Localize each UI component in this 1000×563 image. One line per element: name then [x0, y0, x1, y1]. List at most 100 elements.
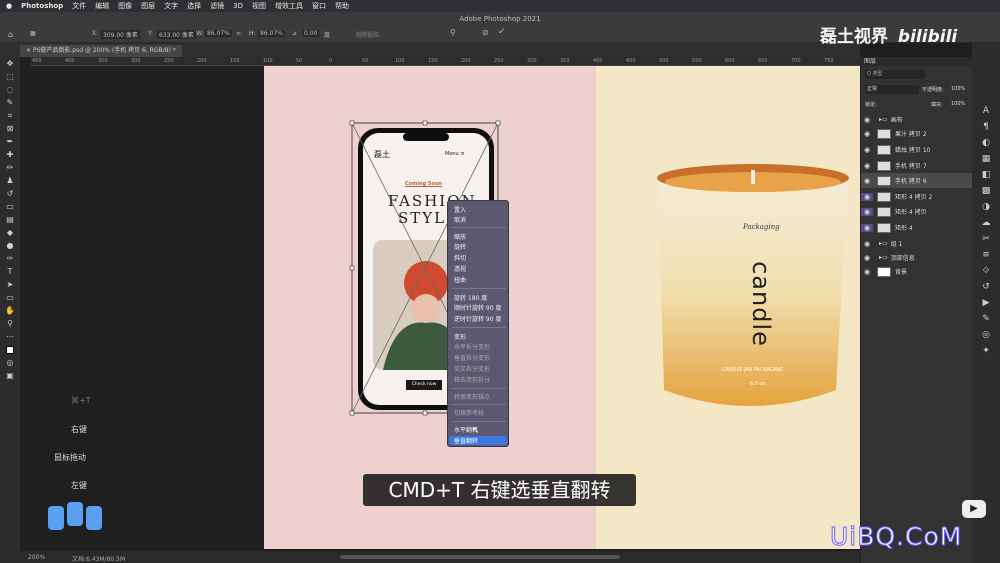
eye-icon[interactable]: ◉ — [861, 162, 873, 170]
path-select-icon[interactable]: ➤ — [0, 278, 20, 291]
quick-mask-icon[interactable]: ◎ — [0, 356, 20, 369]
menu-app[interactable]: Photoshop — [21, 2, 63, 10]
stamp-tool-icon[interactable]: ♟ — [0, 174, 20, 187]
zoom-level[interactable]: 200% — [28, 554, 45, 561]
menu-item[interactable]: 缩放 — [454, 232, 466, 241]
properties-panel-icon[interactable]: ✂ — [972, 231, 1000, 247]
menu-image[interactable]: 图像 — [118, 1, 132, 11]
history-brush-icon[interactable]: ↺ — [0, 187, 20, 200]
eye-icon[interactable]: ◉ — [861, 240, 873, 248]
opacity-value[interactable]: 100% — [951, 86, 965, 92]
color-swatch-icon[interactable] — [0, 343, 20, 356]
eyedropper-tool-icon[interactable]: ✒ — [0, 135, 20, 148]
paths-panel-icon[interactable]: ⟐ — [972, 263, 1000, 279]
lasso-tool-icon[interactable]: ◌ — [0, 83, 20, 96]
character-panel-icon[interactable]: A — [972, 103, 1000, 119]
menu-filter[interactable]: 滤镜 — [210, 1, 224, 11]
info-panel-icon[interactable]: ◎ — [972, 327, 1000, 343]
layer-row[interactable]: ◉ 矩形 4 拷贝 2 — [861, 189, 973, 204]
more-tools-icon[interactable]: ⋯ — [0, 330, 20, 343]
paragraph-panel-icon[interactable]: ¶ — [972, 119, 1000, 135]
layer-row[interactable]: ◉ ▸▭ 画布 — [861, 112, 973, 127]
y-field[interactable]: 633.00 像素 — [157, 30, 196, 39]
reference-point-icon[interactable]: ▦ — [30, 30, 36, 37]
blend-mode-select[interactable]: 正常 — [865, 85, 919, 94]
libraries-panel-icon[interactable]: ☁ — [972, 215, 1000, 231]
crop-tool-icon[interactable]: ⌗ — [0, 109, 20, 122]
apple-icon[interactable]: ● — [6, 2, 12, 10]
interpolation[interactable]: 消除锯齿 — [355, 30, 379, 39]
layer-row[interactable]: ◉ 蜡烛 拷贝 10 — [861, 142, 973, 157]
close-icon[interactable]: × — [26, 47, 31, 54]
actions-panel-icon[interactable]: ▶ — [972, 295, 1000, 311]
eye-icon[interactable]: ◉ — [861, 177, 873, 185]
layer-row-selected[interactable]: ◉ 手机 拷贝 6 — [861, 173, 973, 188]
move-tool-icon[interactable]: ✥ — [0, 57, 20, 70]
menu-item[interactable]: 旋转 — [454, 242, 466, 251]
menu-item[interactable]: 扭曲 — [454, 275, 466, 284]
menu-3d[interactable]: 3D — [233, 2, 243, 10]
eye-icon[interactable]: ◉ — [861, 223, 873, 232]
eye-icon[interactable]: ◉ — [861, 254, 873, 262]
menu-file[interactable]: 文件 — [72, 1, 86, 11]
hand-tool-icon[interactable]: ✋ — [0, 304, 20, 317]
menu-window[interactable]: 窗口 — [312, 1, 326, 11]
patterns-panel-icon[interactable]: ▩ — [972, 183, 1000, 199]
layer-row[interactable]: ◉ 果汁 拷贝 2 — [861, 126, 973, 141]
blur-tool-icon[interactable]: ◆ — [0, 226, 20, 239]
fill-value[interactable]: 100% — [951, 101, 965, 107]
cancel-icon[interactable]: ⊘ — [482, 28, 489, 37]
adjustments-panel-icon[interactable]: ◑ — [972, 199, 1000, 215]
menu-view[interactable]: 视图 — [252, 1, 266, 11]
layer-filter[interactable]: Q 类型 — [865, 70, 925, 79]
menu-item-flip-vertical[interactable]: 垂直翻转 — [454, 436, 478, 445]
menu-help[interactable]: 帮助 — [335, 1, 349, 11]
pen-tool-icon[interactable]: ✑ — [0, 252, 20, 265]
menu-edit[interactable]: 编辑 — [95, 1, 109, 11]
channels-panel-icon[interactable]: ≡ — [972, 247, 1000, 263]
x-field[interactable]: 309.00 像素 — [101, 30, 140, 39]
color-panel-icon[interactable]: ◐ — [972, 135, 1000, 151]
screen-mode-icon[interactable]: ▣ — [0, 369, 20, 382]
menu-plugins[interactable]: 增效工具 — [275, 1, 303, 11]
menu-item[interactable]: 顺时针旋转 90 度 — [454, 303, 501, 312]
navigator-panel-icon[interactable]: ✦ — [972, 343, 1000, 359]
layer-row[interactable]: ◉ 矩形 4 拷贝 — [861, 204, 973, 219]
history-panel-icon[interactable]: ↺ — [972, 279, 1000, 295]
menu-select[interactable]: 选择 — [187, 1, 201, 11]
eye-icon[interactable]: ◉ — [861, 146, 873, 154]
type-tool-icon[interactable]: T — [0, 265, 20, 278]
swatches-panel-icon[interactable]: ▦ — [972, 151, 1000, 167]
document-tab[interactable]: × PS做产品倒影.psd @ 200% (手机 拷贝 6, RGB/8) * — [20, 45, 182, 57]
eye-icon[interactable]: ◉ — [861, 130, 873, 138]
frame-tool-icon[interactable]: ⊠ — [0, 122, 20, 135]
menu-item[interactable]: 透视 — [454, 264, 466, 273]
eye-icon[interactable]: ◉ — [861, 268, 873, 276]
w-field[interactable]: 86.07% — [205, 30, 232, 37]
menu-item[interactable]: 取消 — [454, 215, 466, 224]
menu-layer[interactable]: 图层 — [141, 1, 155, 11]
layer-row[interactable]: ◉ 手机 拷贝 7 — [861, 158, 973, 173]
warp-icon[interactable]: ⚲ — [450, 28, 456, 37]
gradient-tool-icon[interactable]: ▤ — [0, 213, 20, 226]
link-icon[interactable]: ∞ — [236, 30, 241, 37]
quick-select-tool-icon[interactable]: ✎ — [0, 96, 20, 109]
layer-row[interactable]: ◉ ▸▭ 顶部信息 — [861, 250, 973, 265]
healing-tool-icon[interactable]: ✚ — [0, 148, 20, 161]
eye-icon[interactable]: ◉ — [861, 116, 873, 124]
menu-type[interactable]: 文字 — [164, 1, 178, 11]
layer-row[interactable]: ◉ 矩形 4 — [861, 220, 973, 235]
eye-icon[interactable]: ◉ — [861, 207, 873, 216]
menu-item[interactable]: 斜切 — [454, 253, 466, 262]
zoom-tool-icon[interactable]: ⚲ — [0, 317, 20, 330]
layer-row[interactable]: ◉ ▸▭ 组 1 — [861, 236, 973, 251]
menu-item[interactable]: 旋转 180 度 — [454, 293, 487, 302]
eraser-tool-icon[interactable]: ▭ — [0, 200, 20, 213]
menu-item[interactable]: 变形 — [454, 332, 466, 341]
h-field[interactable]: 86.07% — [258, 30, 285, 37]
eye-icon[interactable]: ◉ — [861, 192, 873, 201]
horizontal-scrollbar[interactable] — [340, 555, 620, 559]
gradient-panel-icon[interactable]: ◧ — [972, 167, 1000, 183]
brush-tool-icon[interactable]: ✏ — [0, 161, 20, 174]
dodge-tool-icon[interactable]: ● — [0, 239, 20, 252]
